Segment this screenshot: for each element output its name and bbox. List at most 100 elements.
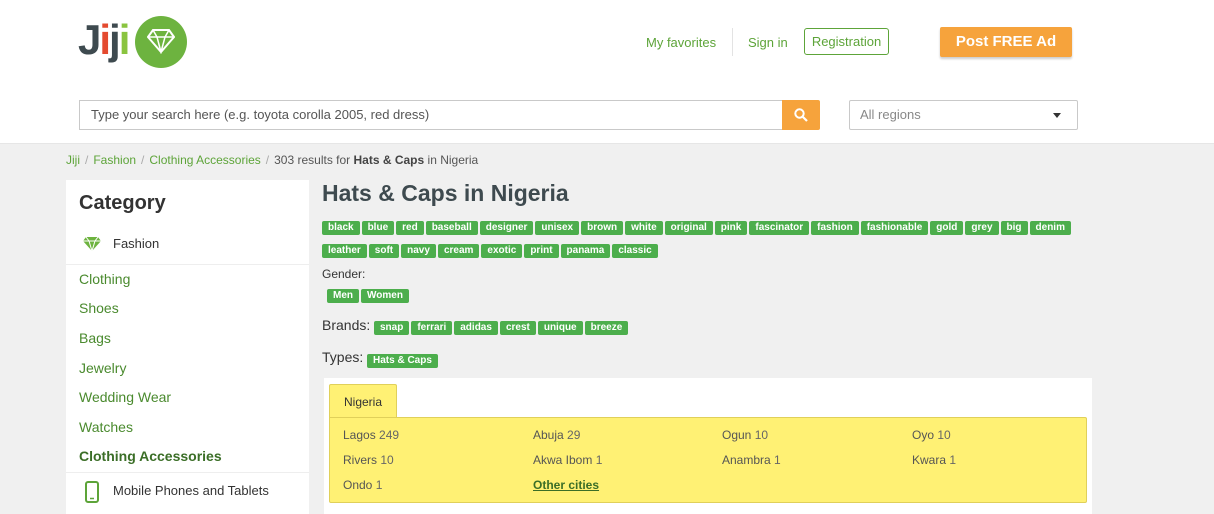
sidebar-divider	[66, 264, 309, 265]
sidebar-parent-label: Fashion	[113, 236, 160, 251]
breadcrumb-fashion[interactable]: Fashion	[93, 153, 136, 167]
city-link[interactable]: Ogun 10	[722, 428, 768, 442]
keyword-tag[interactable]: gold	[930, 221, 964, 235]
city-link[interactable]: Abuja 29	[533, 428, 580, 442]
keyword-tag[interactable]: soft	[368, 244, 400, 258]
diamond-icon	[135, 16, 187, 68]
keyword-tag[interactable]: classic	[612, 244, 658, 258]
other-cities-link[interactable]: Other cities	[533, 478, 599, 492]
tag-cloud: black blue red baseball designer unisex brown w…	[322, 217, 1082, 263]
city-name: Anambra	[722, 453, 775, 467]
city-count: 10	[380, 453, 394, 467]
city-link[interactable]: Kwara 1	[912, 453, 956, 467]
city-name: Kwara	[912, 453, 950, 467]
city-count: 1	[595, 453, 603, 467]
keyword-tag[interactable]: baseball	[425, 221, 478, 235]
brand-tag[interactable]: breeze	[584, 321, 629, 335]
page-title: Hats & Caps in Nigeria	[322, 180, 569, 206]
site-header: Jiji My favorites Sign in Registration P…	[0, 0, 1214, 144]
keyword-tag[interactable]: grey	[965, 221, 999, 235]
types-label: Types:	[322, 349, 364, 365]
breadcrumb-jiji[interactable]: Jiji	[66, 153, 80, 167]
city-count: 1	[375, 478, 383, 492]
results-query: Hats & Caps	[353, 153, 425, 167]
region-select[interactable]: All regions	[849, 100, 1078, 130]
brand-tag[interactable]: ferrari	[411, 321, 453, 335]
sidebar-category-mobile-phones[interactable]: Mobile Phones and Tablets	[66, 476, 309, 512]
keyword-tag[interactable]: original	[664, 221, 713, 235]
sidebar-item-wedding-wear[interactable]: Wedding Wear	[79, 389, 171, 405]
keyword-tag[interactable]: panama	[560, 244, 611, 258]
sidebar-divider	[66, 472, 309, 473]
gender-label: Gender:	[322, 267, 366, 281]
keyword-tag[interactable]: cream	[437, 244, 480, 258]
phone-icon	[85, 481, 99, 503]
city-count: 1	[949, 453, 957, 467]
keyword-tag[interactable]: leather	[322, 244, 367, 258]
city-name: Lagos	[343, 428, 380, 442]
my-favorites-link[interactable]: My favorites	[646, 35, 716, 50]
city-name: Ondo	[343, 478, 376, 492]
sidebar-title: Category	[79, 192, 166, 214]
type-tags: Hats & Caps	[367, 350, 440, 373]
keyword-tag[interactable]: navy	[401, 244, 436, 258]
sidebar-item-clothing-accessories[interactable]: Clothing Accessories	[79, 448, 222, 464]
keyword-tag[interactable]: black	[322, 221, 360, 235]
gender-tag[interactable]: Women	[361, 289, 409, 303]
city-name: Rivers	[343, 453, 381, 467]
keyword-tag[interactable]: designer	[479, 221, 534, 235]
city-link[interactable]: Akwa Ibom 1	[533, 453, 602, 467]
city-link[interactable]: Oyo 10	[912, 428, 951, 442]
keyword-tag[interactable]: red	[396, 221, 424, 235]
keyword-tag[interactable]: print	[524, 244, 559, 258]
keyword-tag[interactable]: white	[625, 221, 663, 235]
breadcrumb: Jiji / Fashion / Clothing Accessories/303 re…	[66, 153, 479, 167]
keyword-tag[interactable]: pink	[714, 221, 748, 235]
search-input[interactable]: Type your search here (e.g. toyota corol…	[79, 100, 783, 130]
gender-tag[interactable]: Men	[327, 289, 359, 303]
city-link[interactable]: Rivers 10	[343, 453, 394, 467]
results-count: 303 results for	[274, 153, 354, 167]
breadcrumb-clothing-accessories[interactable]: Clothing Accessories	[149, 153, 260, 167]
chevron-down-icon	[1053, 113, 1061, 118]
registration-button[interactable]: Registration	[804, 28, 889, 55]
sidebar-item-bags[interactable]: Bags	[79, 330, 111, 346]
sign-in-link[interactable]: Sign in	[748, 35, 788, 50]
keyword-tag[interactable]: fashionable	[860, 221, 929, 235]
post-free-ad-button[interactable]: Post FREE Ad	[940, 27, 1072, 57]
keyword-tag[interactable]: blue	[361, 221, 395, 235]
sidebar-item-jewelry[interactable]: Jewelry	[79, 360, 126, 376]
search-button[interactable]	[782, 100, 820, 130]
type-tag[interactable]: Hats & Caps	[367, 354, 438, 368]
keyword-tag[interactable]: exotic	[481, 244, 523, 258]
sidebar-item-shoes[interactable]: Shoes	[79, 300, 119, 316]
keyword-tag[interactable]: brown	[581, 221, 624, 235]
keyword-tag[interactable]: fashion	[811, 221, 859, 235]
brand-tag[interactable]: adidas	[454, 321, 498, 335]
city-count: 249	[379, 428, 400, 442]
gender-tags: Men Women	[327, 285, 411, 308]
city-name: Abuja	[533, 428, 568, 442]
city-link[interactable]: Ondo 1	[343, 478, 382, 492]
sidebar-parent-fashion[interactable]: Fashion	[66, 226, 309, 262]
jiji-logo[interactable]: Jiji	[78, 14, 190, 70]
region-select-value: All regions	[860, 107, 921, 122]
city-link[interactable]: Lagos 249	[343, 428, 399, 442]
city-name: Oyo	[912, 428, 938, 442]
keyword-tag[interactable]: denim	[1029, 221, 1071, 235]
sidebar-item-watches[interactable]: Watches	[79, 419, 133, 435]
brand-tags: snap ferrari adidas crest unique breeze	[374, 317, 630, 340]
nav-divider	[732, 28, 733, 56]
city-count: 10	[937, 428, 951, 442]
keyword-tag[interactable]: fascinator	[749, 221, 810, 235]
city-link[interactable]: Anambra 1	[722, 453, 781, 467]
category-sidebar: Category Fashion Clothing Shoes Bags Jew…	[66, 180, 309, 514]
sidebar-item-clothing[interactable]: Clothing	[79, 271, 130, 287]
keyword-tag[interactable]: unisex	[535, 221, 580, 235]
keyword-tag[interactable]: big	[1000, 221, 1028, 235]
tab-nigeria[interactable]: Nigeria	[329, 384, 397, 418]
brand-tag[interactable]: snap	[374, 321, 410, 335]
location-filter: Nigeria Lagos 249 Abuja 29 Ogun 10 Oyo 10 Ri…	[324, 378, 1092, 514]
brand-tag[interactable]: unique	[537, 321, 583, 335]
brand-tag[interactable]: crest	[499, 321, 536, 335]
